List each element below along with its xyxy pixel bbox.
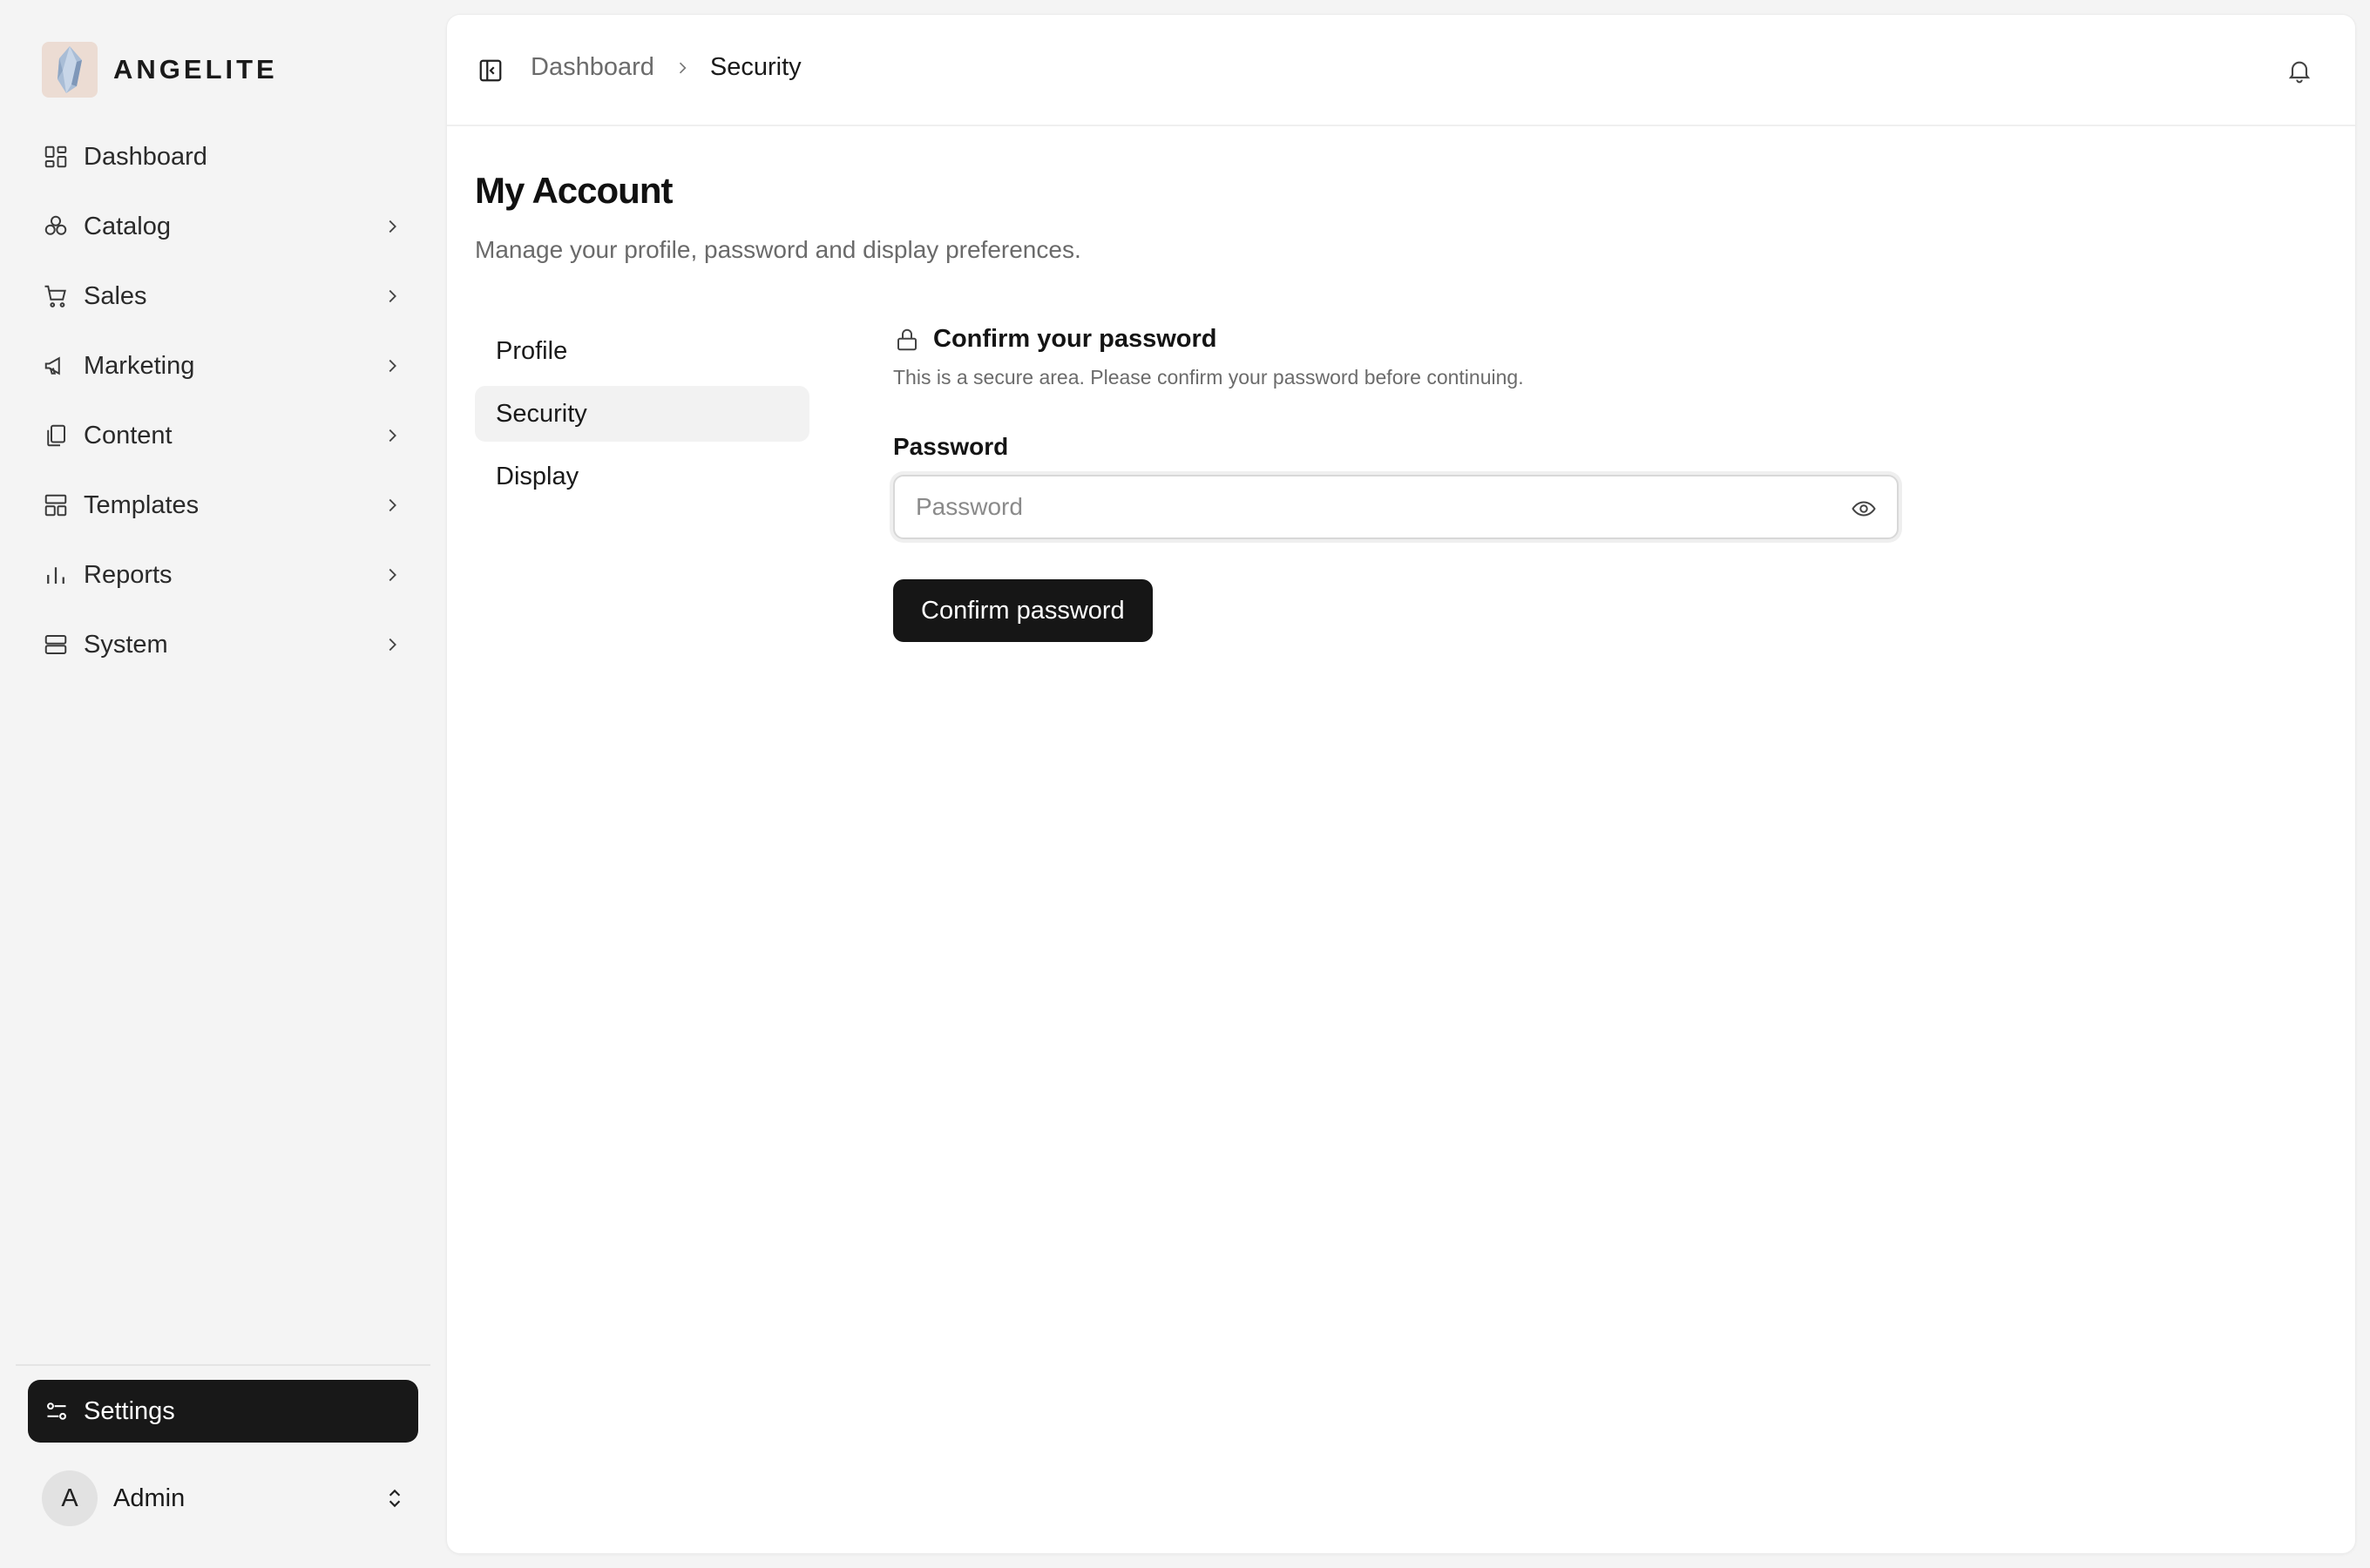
breadcrumb: Dashboard Security bbox=[531, 53, 802, 82]
sidebar-item-label: Catalog bbox=[84, 212, 171, 240]
page-subtitle: Manage your profile, password and displa… bbox=[475, 236, 1081, 263]
avatar: A bbox=[42, 1470, 98, 1526]
topbar: Dashboard Security bbox=[447, 15, 2355, 126]
cart-icon bbox=[42, 282, 70, 310]
documents-icon bbox=[42, 422, 70, 449]
sidebar: ANGELITE Dashboard Catalog Sales Marketi… bbox=[0, 0, 444, 1568]
section-header: Confirm your password bbox=[893, 325, 1899, 354]
sidebar-item-label: Reports bbox=[84, 560, 173, 589]
brand-name: ANGELITE bbox=[113, 54, 278, 84]
layout-icon bbox=[42, 491, 70, 519]
bar-chart-icon bbox=[42, 561, 70, 589]
sidebar-item-dashboard[interactable]: Dashboard bbox=[28, 122, 418, 192]
confirm-password-button[interactable]: Confirm password bbox=[893, 579, 1153, 642]
confirm-password-section: Confirm your password This is a secure a… bbox=[893, 325, 1899, 642]
password-field-wrapper bbox=[893, 475, 1899, 539]
password-label: Password bbox=[893, 433, 1009, 460]
account-subnav: Profile Security Display bbox=[475, 323, 809, 511]
page-title: My Account bbox=[475, 170, 673, 211]
sidebar-item-label: Dashboard bbox=[84, 142, 207, 171]
sidebar-nav: Dashboard Catalog Sales Marketing Conten… bbox=[28, 122, 418, 679]
section-description: This is a secure area. Please confirm yo… bbox=[893, 366, 1524, 389]
chevron-right-icon bbox=[380, 563, 404, 587]
sidebar-item-label: Content bbox=[84, 421, 173, 449]
sidebar-item-label: Templates bbox=[84, 490, 200, 519]
settings-label: Settings bbox=[84, 1396, 175, 1425]
sidebar-item-templates[interactable]: Templates bbox=[28, 470, 418, 540]
server-icon bbox=[42, 631, 70, 659]
sidebar-item-reports[interactable]: Reports bbox=[28, 540, 418, 610]
sidebar-toggle-icon[interactable] bbox=[477, 57, 504, 84]
eye-icon[interactable] bbox=[1850, 495, 1878, 523]
breadcrumb-current: Security bbox=[709, 53, 802, 81]
bell-icon[interactable] bbox=[2282, 53, 2317, 88]
user-name: Admin bbox=[113, 1484, 186, 1512]
tab-display[interactable]: Display bbox=[475, 449, 809, 504]
user-menu[interactable]: A Admin bbox=[42, 1470, 408, 1526]
megaphone-icon bbox=[42, 352, 70, 380]
tab-profile[interactable]: Profile bbox=[475, 323, 809, 379]
sidebar-item-label: Sales bbox=[84, 281, 147, 310]
chevron-right-icon bbox=[380, 493, 404, 517]
dashboard-icon bbox=[42, 143, 70, 171]
sidebar-item-label: System bbox=[84, 630, 168, 659]
breadcrumb-dashboard-link[interactable]: Dashboard bbox=[531, 53, 654, 82]
chevron-right-icon bbox=[380, 284, 404, 308]
sidebar-item-content[interactable]: Content bbox=[28, 401, 418, 470]
chevron-up-down-icon bbox=[382, 1485, 408, 1511]
brand[interactable]: ANGELITE bbox=[42, 42, 278, 98]
catalog-icon bbox=[42, 213, 70, 240]
sidebar-divider bbox=[16, 1364, 430, 1366]
chevron-right-icon bbox=[380, 423, 404, 448]
main-panel: Dashboard Security My Account Manage you… bbox=[446, 14, 2356, 1554]
sidebar-item-sales[interactable]: Sales bbox=[28, 261, 418, 331]
sidebar-item-marketing[interactable]: Marketing bbox=[28, 331, 418, 401]
chevron-right-icon bbox=[380, 632, 404, 657]
sidebar-item-catalog[interactable]: Catalog bbox=[28, 192, 418, 261]
sliders-icon bbox=[44, 1398, 70, 1424]
lock-icon bbox=[893, 326, 921, 354]
sidebar-item-system[interactable]: System bbox=[28, 610, 418, 679]
tab-security[interactable]: Security bbox=[475, 386, 809, 442]
settings-button[interactable]: Settings bbox=[28, 1380, 418, 1443]
chevron-right-icon bbox=[380, 214, 404, 239]
password-input[interactable] bbox=[895, 476, 1897, 537]
chevron-right-icon bbox=[380, 354, 404, 378]
sidebar-item-label: Marketing bbox=[84, 351, 195, 380]
chevron-right-icon bbox=[674, 59, 691, 77]
crystal-logo-icon bbox=[42, 42, 98, 98]
section-title: Confirm your password bbox=[933, 325, 1217, 353]
